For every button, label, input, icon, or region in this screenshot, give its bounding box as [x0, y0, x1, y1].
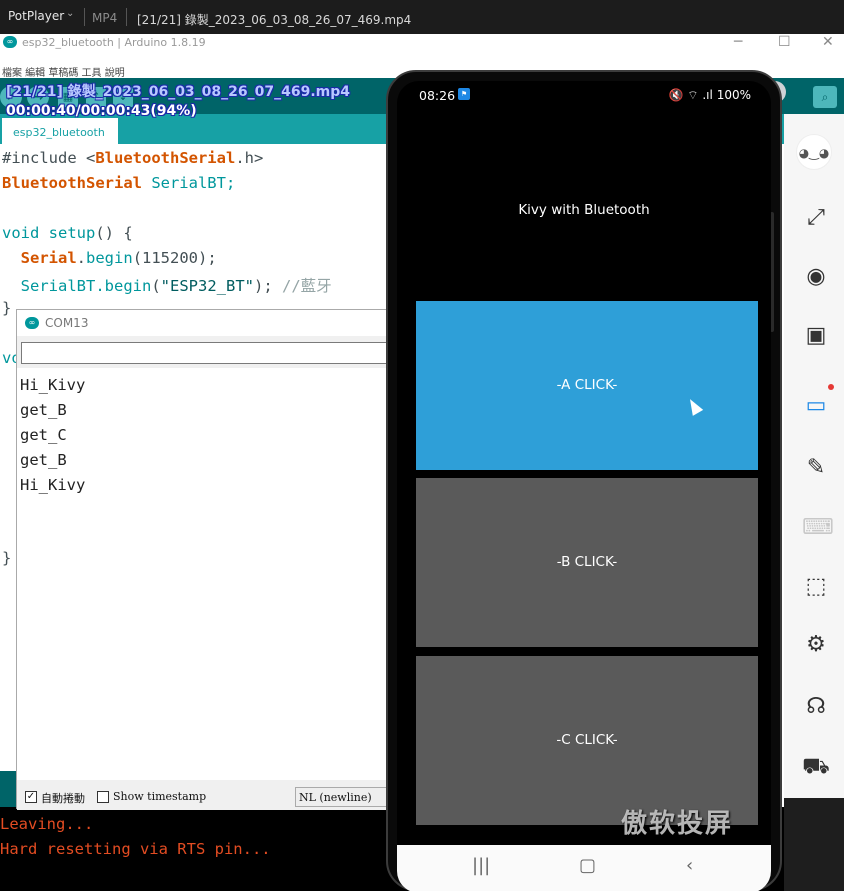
phone-screen: 08:26 ⚑ 🔇 ⌔ .ıl 100% Kivy with Bluetooth…: [397, 81, 771, 891]
serial-monitor-button[interactable]: ⌕: [813, 86, 837, 108]
screenshot-icon[interactable]: ◉: [802, 263, 830, 291]
serial-output-line: get_B: [20, 451, 67, 469]
mirror-toolbar: ◕‿◕ ⤢ ◉ ▣ ▭ ✎ ⌨ ⬚ ⚙ ☊ ⛟: [784, 114, 844, 798]
potplayer-title-bar: PotPlayer ⌄ MP4 [21/21] 錄製_2023_06_03_08…: [0, 0, 844, 34]
arduino-window-title: esp32_bluetooth | Arduino 1.8.19: [22, 36, 206, 49]
autoscroll-label: 自動捲動: [41, 792, 85, 805]
status-icons: 🔇 ⌔ .ıl 100%: [669, 88, 751, 103]
crop-icon[interactable]: ⬚: [802, 573, 830, 601]
serial-send-input[interactable]: [21, 342, 391, 364]
app-notification-icon: ⚑: [458, 88, 470, 100]
code-line: }: [2, 549, 12, 567]
serial-monitor-title: COM13: [45, 316, 89, 330]
divider: [126, 8, 127, 26]
support-icon[interactable]: ☊: [802, 693, 830, 721]
show-timestamp-label: Show timestamp: [113, 790, 207, 803]
arduino-logo-icon: ∞: [25, 317, 39, 329]
maximize-icon[interactable]: ☐: [778, 34, 791, 50]
code-line: void setup() {: [2, 224, 133, 242]
serial-monitor-footer: ✓ 自動捲動 Show timestamp NL (newline): [17, 782, 389, 810]
home-icon[interactable]: ▢: [579, 855, 596, 876]
menu-items[interactable]: 檔案 編輯 草稿碼 工具 說明: [2, 64, 125, 79]
signal-icons: 🔇 ⌔ .ıl: [668, 88, 713, 102]
notification-dot: [828, 384, 834, 390]
serial-output-line: get_B: [20, 401, 67, 419]
record-icon[interactable]: ▣: [802, 322, 830, 350]
recents-icon[interactable]: |||: [472, 855, 490, 876]
serial-output: Hi_Kivy get_B get_C get_B Hi_Kivy: [17, 368, 389, 780]
mascot-icon[interactable]: ◕‿◕: [796, 134, 832, 170]
code-line: }: [2, 299, 12, 317]
arduino-title-bar: ∞ esp32_bluetooth | Arduino 1.8.19 ─ ☐ ✕: [0, 34, 844, 52]
serial-output-line: get_C: [20, 426, 67, 444]
show-timestamp-checkbox[interactable]: [97, 791, 109, 803]
settings-icon[interactable]: ⚙: [802, 631, 830, 659]
osd-filename: [21/21] 錄製_2023_06_03_08_26_07_469.mp4: [6, 84, 351, 100]
arduino-logo-icon: ∞: [3, 36, 17, 48]
b-click-button[interactable]: -B CLICK-: [416, 478, 758, 647]
status-time: 08:26: [419, 88, 456, 103]
close-icon[interactable]: ✕: [822, 34, 834, 50]
code-line: SerialBT.begin("ESP32_BT"); //藍牙: [2, 277, 332, 295]
serial-monitor-title-bar: ∞ COM13: [17, 310, 389, 336]
code-line: Serial.begin(115200);: [20, 249, 217, 267]
cart-icon[interactable]: ⛟: [802, 753, 830, 781]
watermark: 傲软投屏: [621, 809, 734, 839]
console-line: Hard resetting via RTS pin...: [0, 840, 271, 858]
keyboard-icon: ⌨: [802, 515, 834, 540]
potplayer-menu-button[interactable]: PotPlayer: [8, 9, 64, 23]
serial-monitor-window: ∞ COM13 Hi_Kivy get_B get_C get_B Hi_Kiv…: [16, 309, 391, 810]
phone-mirror: 08:26 ⚑ 🔇 ⌔ .ıl 100% Kivy with Bluetooth…: [386, 70, 782, 891]
paint-icon[interactable]: ✎: [802, 454, 830, 482]
line-ending-select[interactable]: NL (newline): [295, 787, 387, 807]
code-line: #include <BluetoothSerial.h>: [2, 149, 264, 167]
back-icon[interactable]: ‹: [686, 855, 693, 876]
minimize-icon[interactable]: ─: [734, 34, 742, 50]
format-label: MP4: [92, 11, 118, 25]
serial-output-line: Hi_Kivy: [20, 376, 86, 394]
osd-time: 00:00:40/00:00:43(94%): [6, 103, 197, 119]
a-click-button[interactable]: -A CLICK-: [416, 301, 758, 470]
c-click-button[interactable]: -C CLICK-: [416, 656, 758, 825]
tab-esp32-bluetooth[interactable]: esp32_bluetooth: [2, 118, 118, 144]
video-title: [21/21] 錄製_2023_06_03_08_26_07_469.mp4: [137, 13, 412, 27]
autoscroll-checkbox[interactable]: ✓: [25, 791, 37, 803]
chevron-down-icon[interactable]: ⌄: [66, 8, 74, 19]
background-strip: [784, 798, 844, 891]
screen: PotPlayer ⌄ MP4 [21/21] 錄製_2023_06_03_08…: [0, 0, 844, 891]
app-title: Kivy with Bluetooth: [518, 202, 650, 218]
fullscreen-icon[interactable]: ⤢: [802, 204, 830, 232]
potplayer-osd: [21/21] 錄製_2023_06_03_08_26_07_469.mp4 0…: [6, 83, 350, 121]
whiteboard-icon[interactable]: ▭: [802, 392, 830, 420]
code-line: BluetoothSerial SerialBT;: [2, 174, 236, 192]
android-nav-bar: ||| ▢ ‹: [397, 845, 771, 891]
serial-output-line: Hi_Kivy: [20, 476, 86, 494]
battery-level: 100%: [716, 88, 751, 102]
divider: [84, 8, 85, 26]
console-line: Leaving...: [0, 815, 94, 833]
